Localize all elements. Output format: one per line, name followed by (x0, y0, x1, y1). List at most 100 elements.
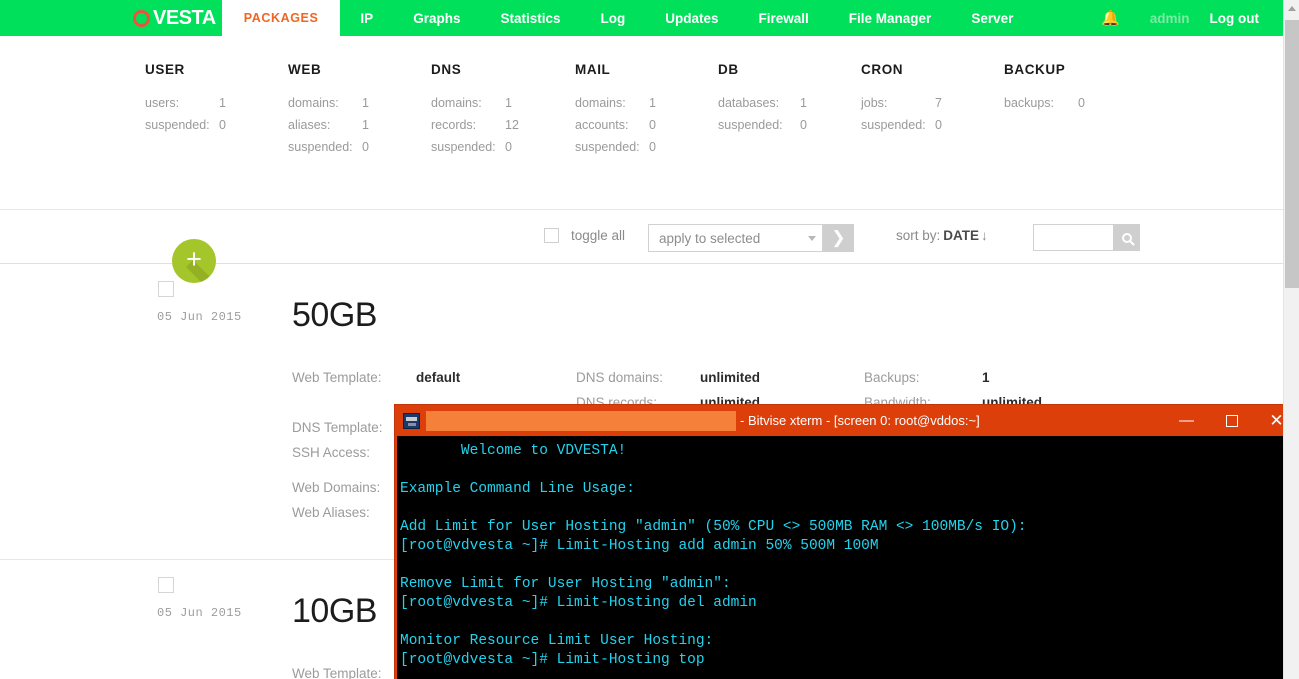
package-name[interactable]: 10GB (292, 592, 377, 631)
field-label: DNS domains: (576, 370, 664, 385)
stat-key: records: (431, 118, 477, 132)
package-checkbox[interactable] (158, 281, 174, 297)
nav-item-updates[interactable]: Updates (645, 0, 738, 36)
stat-key: accounts: (575, 118, 629, 132)
search-icon (1121, 232, 1132, 243)
stat-title: WEB (288, 62, 322, 77)
stat-key: jobs: (861, 96, 888, 110)
vertical-scrollbar[interactable] (1283, 0, 1299, 679)
brand-label: VESTA (153, 6, 216, 29)
stat-value: 1 (362, 96, 369, 110)
sort-by-label: sort by: (896, 228, 941, 243)
sort-control[interactable]: sort by: DATE ↓ (896, 228, 988, 243)
scroll-up-arrow-icon (1288, 6, 1296, 11)
field-value: 1 (982, 370, 990, 385)
stat-value: 12 (505, 118, 519, 132)
stat-title: MAIL (575, 62, 611, 77)
apply-to-selected-value: apply to selected (659, 230, 761, 246)
field-label: SSH Access: (292, 445, 371, 460)
scroll-up-button[interactable] (1284, 0, 1299, 17)
stat-value: 7 (935, 96, 942, 110)
field-value: unlimited (700, 370, 760, 385)
top-navigation-bar: VESTA PACKAGES IP Graphs Statistics Log … (0, 0, 1283, 36)
terminal-title-bar[interactable]: - Bitvise xterm - [screen 0: root@vddos:… (395, 405, 1299, 436)
nav-item-packages[interactable]: PACKAGES (221, 0, 341, 36)
field-label: DNS Template: (292, 420, 383, 435)
stat-row: suspended: 0 (718, 114, 807, 136)
stat-row: domains: 1 (431, 92, 519, 114)
nav-right-group: 🔔 admin Log out (1085, 0, 1283, 36)
stat-key: aliases: (288, 118, 331, 132)
stat-title: USER (145, 62, 185, 77)
stat-value: 1 (219, 96, 226, 110)
nav-item-ip[interactable]: IP (340, 0, 393, 36)
nav-logout-link[interactable]: Log out (1204, 11, 1265, 26)
stat-key: domains: (288, 96, 339, 110)
stat-value: 0 (1078, 96, 1085, 110)
stat-row: accounts: 0 (575, 114, 656, 136)
stat-title: CRON (861, 62, 904, 77)
nav-item-statistics[interactable]: Statistics (480, 0, 580, 36)
vesta-logo[interactable]: VESTA (133, 0, 222, 36)
stat-key: domains: (431, 96, 482, 110)
stat-value: 0 (649, 118, 656, 132)
field-backups: Backups: 1 (864, 370, 990, 385)
stat-row: domains: 1 (288, 92, 369, 114)
bell-icon[interactable]: 🔔 (1085, 11, 1136, 26)
nav-left-spacer (0, 0, 133, 36)
stat-row: databases: 1 (718, 92, 807, 114)
terminal-title-text: - Bitvise xterm - [screen 0: root@vddos:… (740, 413, 980, 428)
nav-item-server[interactable]: Server (951, 0, 1033, 36)
toggle-all-control[interactable]: toggle all (544, 228, 625, 243)
stat-row: suspended: 0 (431, 136, 519, 158)
package-date: 05 Jun 2015 (157, 310, 242, 324)
nav-menu: PACKAGES IP Graphs Statistics Log Update… (221, 0, 1034, 36)
terminal-title-selection-highlight (426, 410, 736, 431)
nav-item-firewall[interactable]: Firewall (739, 0, 829, 36)
maximize-icon[interactable] (1209, 405, 1254, 436)
sort-direction-icon: ↓ (981, 228, 988, 243)
search-group (1033, 224, 1140, 251)
add-package-button[interactable]: + (172, 239, 216, 283)
toggle-all-checkbox[interactable] (544, 228, 559, 243)
nav-user-link[interactable]: admin (1136, 11, 1204, 26)
stat-key: databases: (718, 96, 780, 110)
stat-group-user: USER users: 1 suspended: 0 (145, 62, 226, 136)
stat-row: suspended: 0 (288, 136, 369, 158)
stat-value: 0 (800, 118, 807, 132)
search-button[interactable] (1113, 224, 1140, 251)
stat-row: backups: 0 (1004, 92, 1085, 114)
package-checkbox[interactable] (158, 577, 174, 593)
field-dns-domains: DNS domains: unlimited (576, 370, 760, 385)
field-label: Web Domains: (292, 480, 381, 495)
nav-item-graphs[interactable]: Graphs (393, 0, 480, 36)
stat-row: aliases: 1 (288, 114, 369, 136)
terminal-window[interactable]: - Bitvise xterm - [screen 0: root@vddos:… (395, 405, 1299, 679)
scroll-thumb[interactable] (1285, 20, 1299, 288)
minimize-icon[interactable]: — (1164, 405, 1209, 436)
stat-key: suspended: (718, 118, 783, 132)
terminal-line: [root@vdvesta ~]# Limit-Hosting del admi… (400, 595, 757, 611)
terminal-output[interactable]: Welcome to VDVESTA! Example Command Line… (395, 436, 1299, 679)
field-web-template: Web Template: (292, 666, 382, 679)
plus-icon: + (186, 244, 202, 274)
field-label: Web Template: (292, 370, 382, 385)
apply-to-selected-select[interactable]: apply to selected (648, 224, 823, 252)
stat-key: suspended: (145, 118, 210, 132)
nav-item-log[interactable]: Log (580, 0, 645, 36)
package-name[interactable]: 50GB (292, 296, 377, 335)
stat-key: suspended: (431, 140, 496, 154)
stat-group-dns: DNS domains: 1 records: 12 suspended: 0 (431, 62, 519, 158)
apply-go-button[interactable]: ❯ (823, 224, 854, 252)
stat-row: suspended: 0 (575, 136, 656, 158)
stat-row: suspended: 0 (861, 114, 942, 136)
field-web-aliases: Web Aliases: (292, 505, 370, 520)
nav-item-file-manager[interactable]: File Manager (829, 0, 952, 36)
terminal-line: Remove Limit for User Hosting "admin": (400, 576, 731, 592)
search-input[interactable] (1033, 224, 1113, 251)
stat-value: 0 (362, 140, 369, 154)
stat-key: users: (145, 96, 180, 110)
stat-key: suspended: (861, 118, 926, 132)
